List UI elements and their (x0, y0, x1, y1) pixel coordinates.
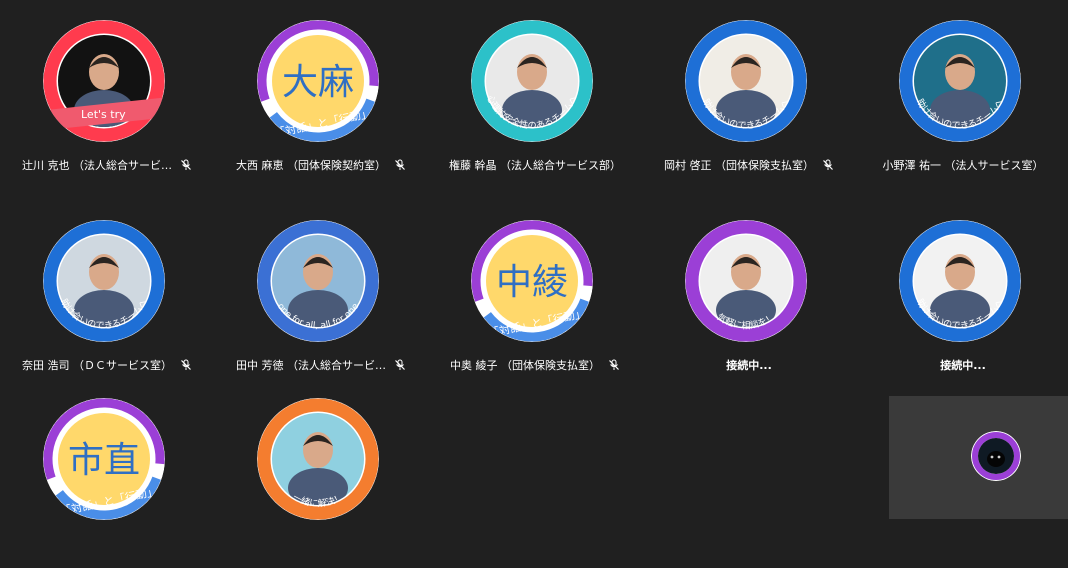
pet-silhouette-icon (987, 451, 1005, 467)
self-avatar (971, 431, 1021, 481)
participant-avatar: 大麻 「対話」と「行動」 (257, 20, 379, 142)
participant-tile[interactable]: 大麻 「対話」と「行動」大西 麻恵 （団体保険契約室） (214, 0, 428, 190)
participant-avatar: 一緒に解決！ (257, 398, 379, 520)
participant-name-row: 岡村 啓正 （団体保険支払室） (642, 157, 856, 173)
mic-muted-icon (823, 159, 833, 170)
participant-avatar: 助け合いのできるチームへ (685, 20, 807, 142)
participant-name-row: 大西 麻恵 （団体保険契約室） (214, 157, 428, 173)
avatar-kanji: 中綾 (496, 262, 568, 303)
avatar-kanji: 市直 (68, 440, 140, 481)
participant-tile[interactable]: 心理的安全性のあるチームへ権藤 幹晶 （法人総合サービス部） (428, 0, 642, 190)
participant-tile[interactable]: 助け合いのできるチームへ岡村 啓正 （団体保険支払室） (642, 0, 856, 190)
participant-avatar: 市直 「対話」と「行動」 (43, 398, 165, 520)
participant-tile[interactable]: 一緒に解決！ (214, 378, 428, 568)
participant-name-row: 奈田 浩司 （ＤＣサービス室） (0, 357, 214, 373)
connecting-status: 接続中... (726, 359, 772, 372)
participant-name: 大西 麻恵 （団体保険契約室） (236, 159, 386, 172)
mic-muted-icon (395, 159, 405, 170)
participant-avatar: 助け合いのできるチームへ (899, 220, 1021, 342)
participant-name-row: 田中 芳徳 （法人総合サービ… (214, 357, 428, 373)
participant-name-row: 接続中... (642, 357, 856, 373)
participant-tile[interactable]: 助け合いのできるチームへ奈田 浩司 （ＤＣサービス室） (0, 200, 214, 390)
participant-tile[interactable]: 助け合いのできるチームへ接続中... (856, 200, 1068, 390)
self-view-tile[interactable] (889, 396, 1068, 519)
participant-name-row: 接続中... (856, 357, 1068, 373)
participant-avatar: 助け合いのできるチームへ (43, 220, 165, 342)
mic-muted-icon (609, 359, 619, 370)
participant-avatar: one for all, all for one (257, 220, 379, 342)
participant-tile[interactable]: 中綾 「対話」と「行動」中奥 綾子 （団体保険支払室） (428, 200, 642, 390)
participant-name: 岡村 啓正 （団体保険支払室） (664, 159, 814, 172)
participant-tile[interactable]: 助け合いのできるチームへ小野澤 祐一 （法人サービス室） (856, 0, 1068, 190)
avatar-kanji: 大麻 (282, 62, 354, 103)
participant-name: 奈田 浩司 （ＤＣサービス室） (22, 359, 172, 372)
participant-name-row: 権藤 幹晶 （法人総合サービス部） (428, 157, 642, 173)
mic-muted-icon (181, 359, 191, 370)
participant-name-row: 中奥 綾子 （団体保険支払室） (428, 357, 642, 373)
participant-tile[interactable]: 市直 「対話」と「行動」 (0, 378, 214, 568)
participant-avatar: 助け合いのできるチームへ (899, 20, 1021, 142)
participant-avatar: Let's try (43, 20, 165, 142)
participant-name-row: 小野澤 祐一 （法人サービス室） (856, 157, 1068, 173)
participant-avatar: 中綾 「対話」と「行動」 (471, 220, 593, 342)
participant-tile[interactable]: one for all, all for one 田中 芳徳 （法人総合サービ… (214, 200, 428, 390)
participant-name: 権藤 幹晶 （法人総合サービス部） (449, 159, 621, 172)
mic-muted-icon (395, 359, 405, 370)
participant-tile[interactable]: Let's try 辻川 克也 （法人総合サービ… (0, 0, 214, 190)
participant-name: 小野澤 祐一 （法人サービス室） (882, 159, 1044, 172)
mic-muted-icon (181, 159, 191, 170)
connecting-status: 接続中... (940, 359, 986, 372)
participant-name: 田中 芳徳 （法人総合サービ… (236, 359, 386, 372)
participant-name-row: 辻川 克也 （法人総合サービ… (0, 157, 214, 173)
participant-avatar: 気軽に相談を！ (685, 220, 807, 342)
participant-name: 中奥 綾子 （団体保険支払室） (450, 359, 600, 372)
participant-avatar: 心理的安全性のあるチームへ (471, 20, 593, 142)
avatar-banner-text: Let's try (81, 108, 126, 121)
participant-name: 辻川 克也 （法人総合サービ… (22, 159, 172, 172)
participant-tile[interactable]: 気軽に相談を！ 接続中... (642, 200, 856, 390)
